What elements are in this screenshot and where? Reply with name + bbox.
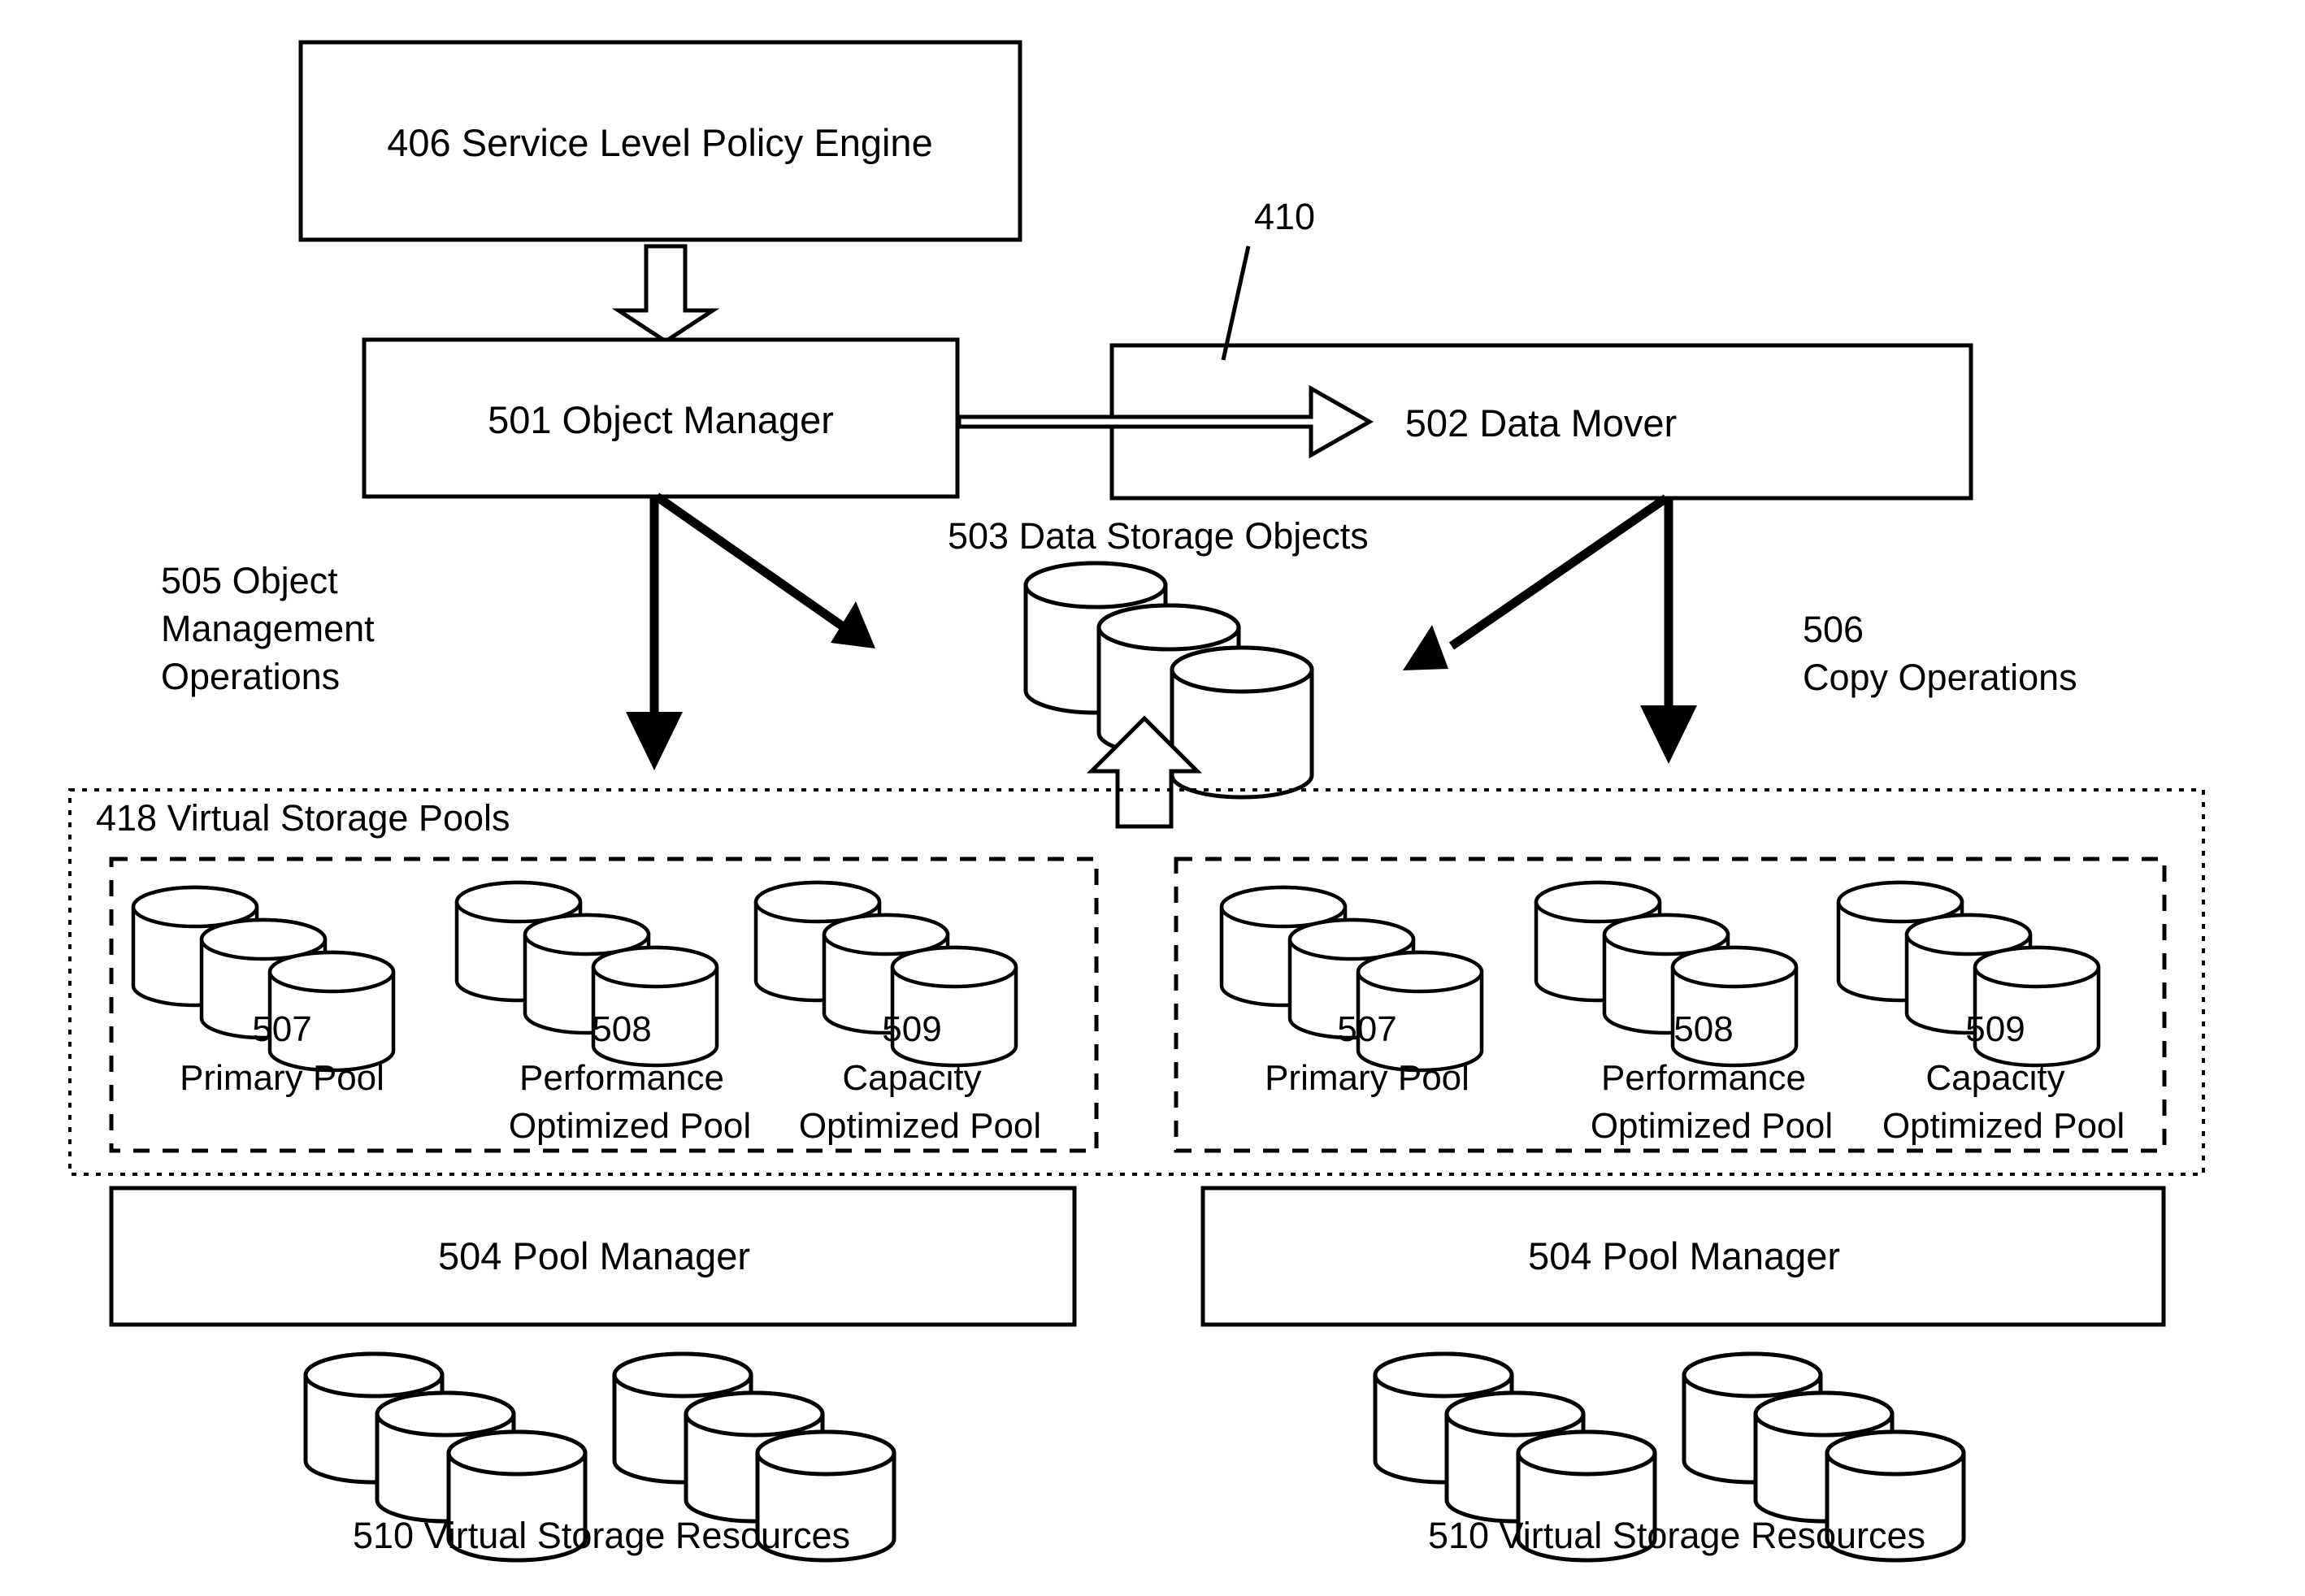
- copy-ops-line-1: 506: [1803, 609, 1864, 650]
- pool-group-left: 507 Primary Pool 508 Performance Optimiz…: [109, 857, 1099, 1153]
- pool-left-0-number: 507: [252, 1009, 311, 1049]
- ref-410-callout: 410: [1221, 196, 1315, 361]
- virtual-storage-pools-container: 418 Virtual Storage Pools 507 Primary Po…: [68, 788, 2205, 1176]
- ref-410-leader-line: [1221, 245, 1251, 361]
- object-manager-label: 501 Object Manager: [488, 398, 834, 441]
- policy-engine-label: 406 Service Level Policy Engine: [387, 121, 932, 164]
- data-storage-objects-label: 503 Data Storage Objects: [948, 515, 1369, 557]
- data-mover-diagonal-arrow: [1403, 494, 1669, 670]
- pool-right-508-cylinders: [1534, 880, 1799, 1068]
- pool-left-1-number: 508: [592, 1009, 651, 1049]
- object-mgmt-line-1: 505 Object: [161, 560, 338, 601]
- pool-manager-left-node[interactable]: 504 Pool Manager: [109, 1186, 1077, 1327]
- virtual-storage-pools-title: 418 Virtual Storage Pools: [96, 797, 510, 839]
- pool-right-1-number: 508: [1673, 1009, 1733, 1049]
- pool-manager-right-node[interactable]: 504 Pool Manager: [1200, 1186, 2166, 1327]
- copy-operations-label: 506 Copy Operations: [1803, 609, 2077, 698]
- pool-left-2-name-line1: Capacity: [842, 1058, 981, 1098]
- pool-right-2-name-line1: Capacity: [1925, 1058, 2064, 1098]
- pool-right-2-number: 509: [1965, 1009, 2025, 1049]
- data-mover-diagonal-arrow-head: [1403, 625, 1448, 670]
- policy-to-object-manager-arrow: [611, 244, 720, 344]
- object-manager-diagonal-arrow: [653, 492, 875, 648]
- pool-left-0-name-line1: Primary Pool: [180, 1058, 384, 1098]
- virtual-storage-resources-right-group: 510 Virtual Storage Resources: [1373, 1351, 1966, 1563]
- object-management-operations-label: 505 Object Management Operations: [161, 560, 375, 697]
- ref-410-label: 410: [1254, 196, 1315, 237]
- object-manager-down-arrow-head: [626, 712, 683, 770]
- object-mgmt-line-2: Management: [161, 608, 375, 649]
- pool-left-2-name-line2: Optimized Pool: [799, 1106, 1041, 1146]
- pool-left-2-number: 509: [882, 1009, 941, 1049]
- virtual-storage-resources-right-label: 510 Virtual Storage Resources: [1428, 1515, 1925, 1556]
- copy-ops-line-2: Copy Operations: [1803, 657, 2077, 698]
- pool-right-0-number: 507: [1337, 1009, 1396, 1049]
- data-mover-down-arrow-head: [1640, 705, 1697, 764]
- pool-manager-left-label: 504 Pool Manager: [438, 1234, 750, 1277]
- pool-left-508-cylinders: [454, 880, 719, 1068]
- pool-right-0-name-line1: Primary Pool: [1265, 1058, 1469, 1098]
- pool-manager-right-label: 504 Pool Manager: [1528, 1234, 1840, 1277]
- pool-right-2-name-line2: Optimized Pool: [1882, 1106, 2125, 1146]
- data-mover-down-arrow: [1640, 498, 1697, 764]
- object-manager-diagonal-arrow-shaft: [653, 492, 849, 632]
- virtual-storage-resources-left-group: 510 Virtual Storage Resources: [303, 1351, 896, 1563]
- pool-group-right: 507 Primary Pool 508 Performance Optimiz…: [1174, 857, 2167, 1153]
- pool-right-1-name-line1: Performance: [1601, 1058, 1806, 1098]
- pool-left-1-name-line1: Performance: [519, 1058, 724, 1098]
- virtual-storage-resources-left-label: 510 Virtual Storage Resources: [353, 1515, 850, 1556]
- object-manager-down-arrow: [626, 497, 683, 770]
- object-mgmt-line-3: Operations: [161, 656, 340, 697]
- patent-figure-canvas: 406 Service Level Policy Engine 501 Obje…: [0, 0, 2305, 1596]
- down-block-arrow-icon: [611, 244, 720, 344]
- object-manager-node[interactable]: 501 Object Manager: [362, 337, 960, 499]
- data-storage-cylinder-front: [1170, 645, 1314, 800]
- pool-right-1-name-line2: Optimized Pool: [1591, 1106, 1833, 1146]
- storage-architecture-diagram: 406 Service Level Policy Engine 501 Obje…: [68, 40, 2205, 1563]
- data-mover-diagonal-arrow-shaft: [1448, 494, 1669, 650]
- pool-left-1-name-line2: Optimized Pool: [509, 1106, 751, 1146]
- data-mover-label: 502 Data Mover: [1405, 401, 1677, 445]
- policy-engine-node[interactable]: 406 Service Level Policy Engine: [298, 40, 1022, 242]
